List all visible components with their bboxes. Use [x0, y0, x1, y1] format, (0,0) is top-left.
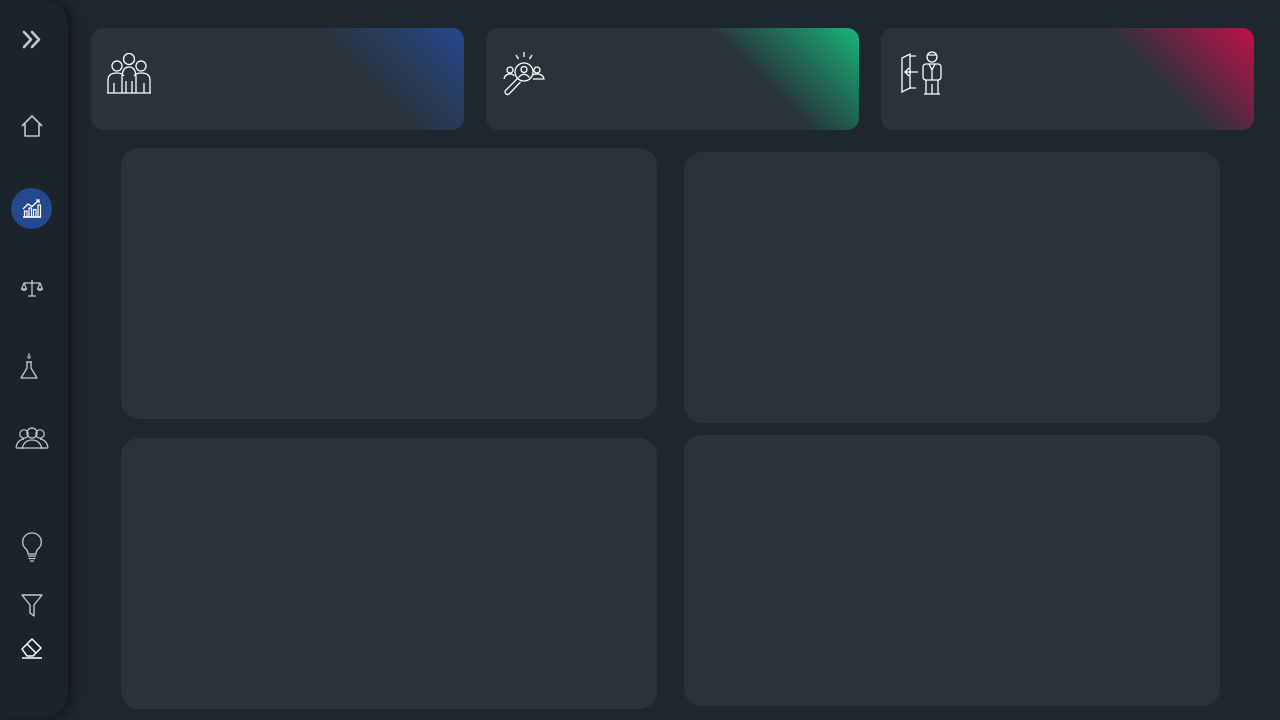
- nav-balance[interactable]: [11, 267, 53, 309]
- balance-scale-icon: [20, 280, 44, 297]
- talent-search-icon: [503, 52, 545, 96]
- lightbulb-icon: [22, 532, 42, 562]
- nav-analytics[interactable]: [11, 188, 52, 229]
- filter-icon: [21, 594, 43, 617]
- kpi-card-attrition: [881, 28, 1254, 130]
- expand-sidebar-button[interactable]: [11, 19, 53, 61]
- nav-insights[interactable]: [11, 527, 53, 569]
- people-group-icon: [15, 427, 49, 450]
- eraser-icon: [21, 638, 42, 659]
- home-icon: [21, 115, 43, 137]
- employee-exit-icon: [901, 51, 942, 95]
- kpi-card-recruitment: [486, 28, 859, 130]
- lab-flask-icon: [20, 353, 38, 379]
- sidebar: [0, 0, 68, 718]
- analytics-chart-icon: [22, 198, 41, 218]
- kpi-card-team: [91, 28, 464, 130]
- nav-home[interactable]: [11, 105, 53, 147]
- chart-panel-bottom-right: [684, 435, 1220, 706]
- filter-button[interactable]: [11, 584, 53, 626]
- chart-panel-top-right: [684, 152, 1220, 423]
- chart-panel-top-left: [121, 148, 657, 419]
- chart-panel-bottom-left: [121, 438, 657, 709]
- expand-chevrons-icon: [22, 30, 41, 49]
- nav-people[interactable]: [10, 418, 54, 460]
- nav-lab[interactable]: [8, 346, 50, 388]
- clear-filters-button[interactable]: [11, 626, 53, 668]
- team-icon: [107, 52, 151, 94]
